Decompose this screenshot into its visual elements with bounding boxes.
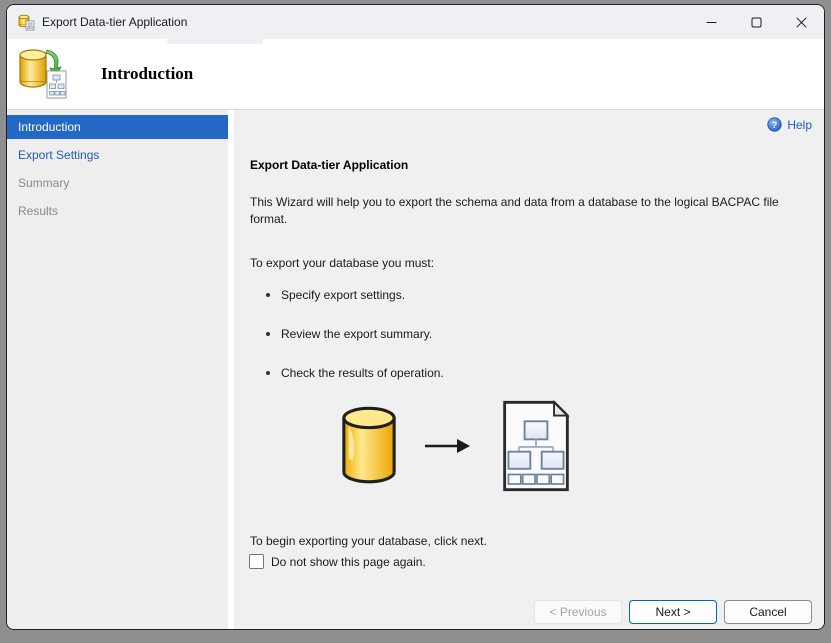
- close-button[interactable]: [779, 5, 824, 39]
- list-item: Specify export settings.: [266, 288, 810, 302]
- bullet-dot: [266, 293, 270, 297]
- minimize-icon: [706, 21, 717, 23]
- maximize-icon: [751, 17, 762, 27]
- database-icon: [342, 406, 396, 484]
- sidebar-item-export-settings[interactable]: Export Settings: [7, 143, 228, 167]
- previous-button: < Previous: [534, 600, 622, 624]
- bullet-text: Check the results of operation.: [281, 366, 444, 380]
- sidebar-item-summary: Summary: [18, 176, 70, 190]
- list-item: Check the results of operation.: [266, 366, 810, 380]
- sidebar-item-introduction[interactable]: Introduction: [7, 115, 228, 139]
- do-not-show-label: Do not show this page again.: [271, 554, 426, 569]
- bullet-dot: [266, 332, 270, 336]
- wizard-window: Export Data-tier Application Introductio…: [6, 4, 825, 630]
- titlebar: Export Data-tier Application: [7, 5, 824, 44]
- export-illustration: [340, 398, 574, 494]
- page-title: Introduction: [101, 64, 194, 83]
- bullet-text: Review the export summary.: [281, 327, 433, 341]
- bullet-dot: [266, 371, 270, 375]
- bacpac-document-icon: [503, 400, 570, 492]
- wizard-header: Introduction: [7, 39, 824, 110]
- wizard-buttons: < Previous Next > Cancel: [534, 600, 812, 624]
- do-not-show-checkbox[interactable]: [249, 554, 264, 569]
- wizard-steps-sidebar: Introduction Export Settings Summary Res…: [7, 110, 228, 629]
- do-not-show-checkbox-row[interactable]: Do not show this page again.: [249, 554, 426, 569]
- sidebar-item-results: Results: [18, 204, 59, 218]
- description-paragraph: This Wizard will help you to export the …: [250, 195, 779, 226]
- main-area: Introduction Export Settings Summary Res…: [7, 110, 824, 629]
- begin-text: To begin exporting your database, click …: [250, 534, 487, 548]
- svg-text:?: ?: [772, 120, 778, 130]
- content-panel: ? Help Export Data-tier Application This…: [234, 110, 824, 629]
- cancel-button[interactable]: Cancel: [724, 600, 812, 624]
- list-intro: To export your database you must:: [250, 256, 435, 270]
- arrow-right-icon: [425, 439, 470, 453]
- database-export-icon: [19, 49, 67, 99]
- help-question-icon: ?: [767, 117, 782, 132]
- intro-text-block: Export Data-tier Application This Wizard…: [250, 158, 810, 380]
- bullet-text: Specify export settings.: [281, 288, 406, 302]
- content-heading: Export Data-tier Application: [250, 158, 409, 172]
- help-label: Help: [787, 117, 812, 132]
- titlebar-tab-artifact: [167, 39, 263, 44]
- window-title: Export Data-tier Application: [42, 15, 188, 29]
- maximize-button[interactable]: [734, 5, 779, 39]
- app-database-export-icon: [18, 14, 35, 31]
- minimize-button[interactable]: [689, 5, 734, 39]
- help-link[interactable]: ? Help: [767, 117, 812, 132]
- close-icon: [796, 16, 807, 28]
- list-item: Review the export summary.: [266, 327, 810, 341]
- next-button[interactable]: Next >: [629, 600, 717, 624]
